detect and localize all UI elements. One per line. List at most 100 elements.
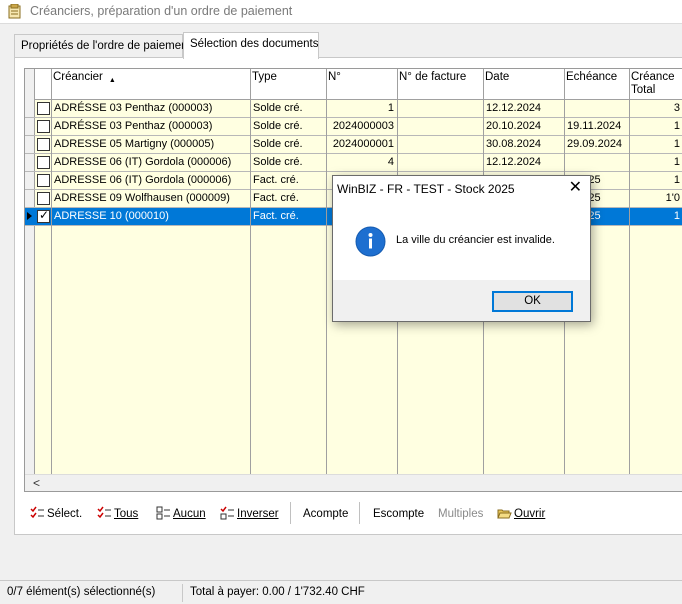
cell-facture	[397, 118, 483, 135]
column-header-creancier[interactable]: Créancier ▲	[51, 69, 250, 100]
table-row[interactable]: ADRÉSSE 03 Penthaz (000003) Solde cré. 202…	[25, 118, 682, 136]
cell-type: Solde cré.	[253, 138, 303, 150]
checklist-all-icon	[97, 506, 111, 519]
tab-document-selection[interactable]: Sélection des documents	[183, 32, 319, 59]
cell-type: Solde cré.	[253, 120, 303, 132]
table-row[interactable]: ADRESSE 05 Martigny (000005) Solde cré. 20…	[25, 136, 682, 154]
button-label: Sélect.	[47, 508, 83, 520]
cell-numero: 1	[387, 102, 394, 114]
select-none-button[interactable]: Aucun	[156, 504, 206, 524]
cell-creancier: ADRESSE 10 (000010)	[54, 210, 169, 222]
cell-creancier: ADRESSE 06 (IT) Gordola (000006)	[54, 156, 232, 168]
multiple-button[interactable]: Multiples	[438, 504, 483, 524]
toolbar-separator	[359, 502, 360, 524]
button-label: Tous	[114, 508, 139, 520]
invert-selection-button[interactable]: Inverser	[220, 504, 279, 524]
row-checkbox[interactable]	[37, 138, 50, 151]
horizontal-scrollbar[interactable]: <	[25, 474, 682, 491]
cell-total: 1	[673, 156, 680, 168]
column-header-label: Type	[252, 71, 277, 83]
cell-echeance	[564, 100, 629, 117]
column-divider	[326, 69, 327, 474]
selection-toolbar: Sélect. Tous Aucun Inverser Acompte Esco…	[24, 500, 682, 528]
column-divider	[51, 69, 52, 474]
message-dialog: WinBIZ - FR - TEST - Stock 2025 ✕ La vil…	[332, 175, 591, 322]
button-label: Aucun	[173, 508, 206, 520]
status-bar: 0/7 élément(s) sélectionné(s) Total à pa…	[0, 580, 682, 604]
discount-button[interactable]: Escompte	[373, 504, 424, 524]
dialog-message: La ville du créancier est invalide.	[396, 234, 555, 246]
table-row[interactable]: ADRESSE 06 (IT) Gordola (000006) Solde cr…	[25, 154, 682, 172]
checklist-invert-icon	[220, 506, 234, 520]
column-header-label: N°	[328, 71, 341, 83]
row-checkbox[interactable]	[37, 102, 50, 115]
cell-facture	[397, 136, 483, 153]
cell-total: 3	[673, 102, 680, 114]
cell-facture	[397, 100, 483, 117]
cell-creancier: ADRESSE 06 (IT) Gordola (000006)	[54, 174, 232, 186]
row-checkbox[interactable]	[37, 192, 50, 205]
column-divider	[250, 69, 251, 474]
table-row[interactable]: ADRÉSSE 03 Penthaz (000003) Solde cré. 1 12…	[25, 100, 682, 118]
cell-type: Solde cré.	[253, 156, 303, 168]
dialog-title: WinBIZ - FR - TEST - Stock 2025	[337, 182, 515, 196]
cell-creancier: ADRÉSSE 03 Penthaz (000003)	[54, 120, 213, 132]
open-button[interactable]: Ouvrir	[497, 504, 545, 524]
select-all-button[interactable]: Tous	[97, 504, 138, 524]
column-divider	[629, 69, 630, 474]
cell-creancier: ADRESSE 05 Martigny (000005)	[54, 138, 215, 150]
ok-button[interactable]: OK	[492, 291, 573, 312]
cell-total: 1	[673, 210, 680, 222]
deposit-button[interactable]: Acompte	[303, 504, 348, 524]
button-label: Ouvrir	[514, 508, 546, 520]
column-header-check	[35, 69, 51, 100]
close-icon[interactable]: ✕	[569, 179, 582, 197]
column-header-date[interactable]: Date	[483, 69, 564, 100]
cell-numero: 2024000003	[332, 120, 394, 132]
status-divider	[182, 584, 183, 602]
row-checkbox[interactable]	[37, 174, 50, 187]
open-folder-icon	[497, 509, 512, 519]
column-header-echeance[interactable]: Echéance	[564, 69, 629, 100]
window-title: Créanciers, préparation d'un ordre de pa…	[30, 4, 293, 18]
dialog-content: La ville du créancier est invalide.	[333, 202, 590, 280]
cell-numero: 2024000001	[332, 138, 394, 150]
column-header-label: Créance Total	[631, 71, 675, 96]
cell-echeance: 29.09.2024	[567, 138, 623, 150]
tab-label: Propriétés de l'ordre de paiement	[21, 40, 191, 52]
checklist-icon	[30, 506, 44, 519]
cell-echeance	[564, 154, 629, 171]
selection-count: 0/7 élément(s) sélectionné(s)	[7, 586, 156, 598]
cell-date: 20.10.2024	[486, 120, 542, 132]
scroll-left-icon[interactable]: <	[33, 476, 40, 490]
button-label: Escompte	[373, 508, 425, 520]
column-header-label: Echéance	[566, 71, 618, 83]
cell-type: Fact. cré.	[253, 192, 299, 204]
cell-type: Fact. cré.	[253, 210, 299, 222]
row-checkbox[interactable]	[37, 156, 50, 169]
column-header-label: Créancier	[53, 71, 103, 83]
dialog-titlebar: WinBIZ - FR - TEST - Stock 2025 ✕	[333, 176, 590, 202]
column-header-facture[interactable]: N° de facture	[397, 69, 483, 100]
cell-total: 1	[673, 174, 680, 186]
cell-total: 1'0	[665, 192, 680, 204]
cell-date: 30.08.2024	[486, 138, 542, 150]
column-header-numero[interactable]: N°	[326, 69, 397, 100]
cell-type: Fact. cré.	[253, 174, 299, 186]
column-header-type[interactable]: Type	[250, 69, 326, 100]
cell-creancier: ADRESSE 09 Wolfhausen (000009)	[54, 192, 230, 204]
total-to-pay: Total à payer: 0.00 / 1'732.40 CHF	[190, 586, 365, 598]
cell-facture	[397, 154, 483, 171]
column-header-total[interactable]: Créance Total	[629, 69, 682, 100]
app-icon	[8, 4, 21, 19]
cell-date: 12.12.2024	[486, 156, 542, 168]
select-button[interactable]: Sélect.	[30, 504, 82, 524]
cell-type: Solde cré.	[253, 102, 303, 114]
cell-echeance: 19.11.2024	[567, 120, 622, 132]
row-checkbox[interactable]	[37, 208, 50, 223]
row-checkbox[interactable]	[37, 120, 50, 133]
cell-total: 1	[673, 138, 680, 150]
toolbar-separator	[290, 502, 291, 524]
cell-numero: 4	[387, 156, 394, 168]
tab-payment-order-properties[interactable]: Propriétés de l'ordre de paiement	[14, 34, 191, 58]
